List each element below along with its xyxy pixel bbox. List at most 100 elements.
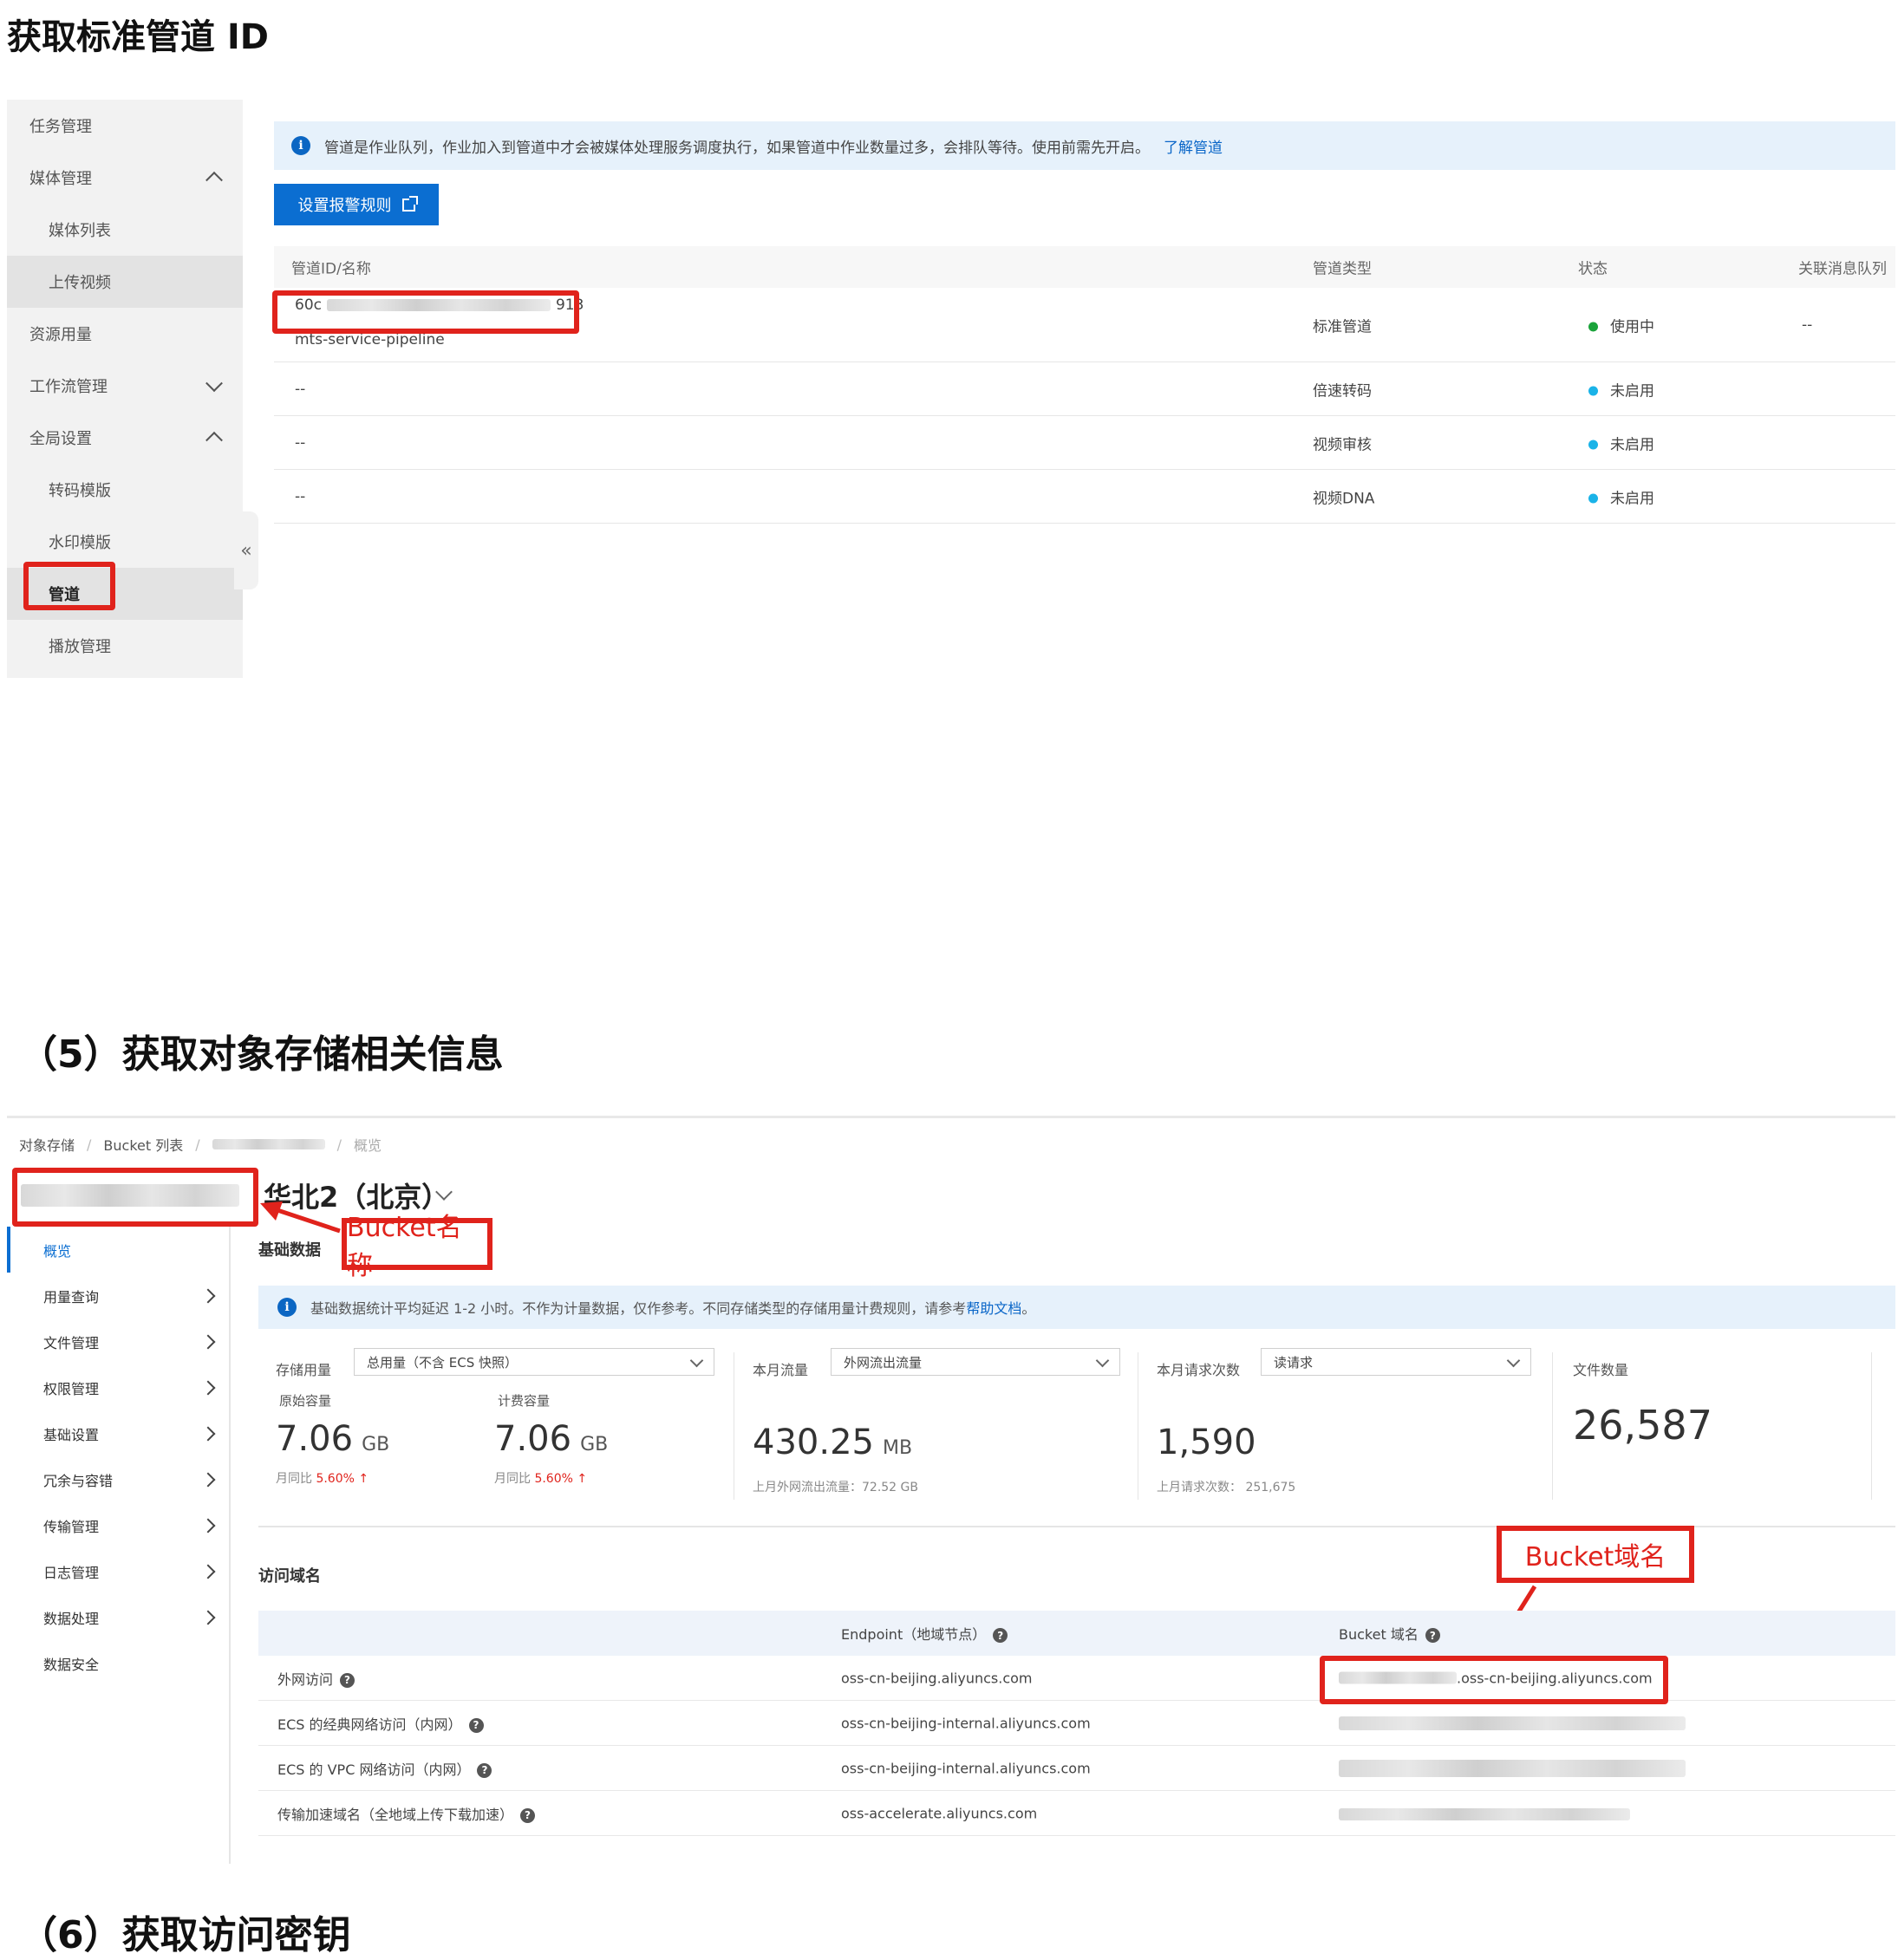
sidebar-item-label: 权限管理 xyxy=(43,1380,100,1397)
sidebar-item-label: 播放管理 xyxy=(49,638,111,656)
capacity-number: 7.06 xyxy=(276,1419,354,1459)
redacted-bucket-domain xyxy=(1339,1760,1686,1777)
sidebar-item-workflow[interactable]: 工作流管理 xyxy=(7,360,243,412)
help-icon[interactable]: ? xyxy=(340,1672,355,1688)
annotation-box-bucket-domain xyxy=(1320,1656,1668,1704)
sidebar-item-resource-usage[interactable]: 资源用量 xyxy=(7,308,243,360)
sidebar-item-playback[interactable]: 播放管理 xyxy=(7,620,243,672)
capacity-unit: GB xyxy=(580,1434,609,1455)
access-type-label: ECS 的经典网络访问（内网） xyxy=(277,1716,462,1733)
requests-value: 1,590 xyxy=(1157,1423,1256,1462)
yoy-value: 5.60% xyxy=(316,1472,355,1486)
sidebar-item-transfer[interactable]: 传输管理 xyxy=(7,1502,231,1548)
learn-pipeline-link[interactable]: 了解管道 xyxy=(1164,135,1223,157)
access-domain-title: 访问域名 xyxy=(258,1567,321,1586)
chevron-right-icon xyxy=(200,1518,216,1533)
header-label: Bucket 域名 xyxy=(1339,1626,1419,1643)
breadcrumb-bucket-list[interactable]: Bucket 列表 xyxy=(103,1134,183,1155)
sidebar-item-watermark-template[interactable]: 水印模版 xyxy=(7,516,243,568)
status-badge: 使用中 xyxy=(1588,314,1654,335)
section-heading-pipeline: 获取标准管道 ID xyxy=(7,17,270,57)
divider xyxy=(1552,1352,1553,1500)
sidebar-item-label: 用量查询 xyxy=(43,1288,100,1306)
access-type: 传输加速域名（全地域上传下载加速）? xyxy=(277,1803,536,1824)
help-icon[interactable]: ? xyxy=(1425,1628,1440,1643)
annotation-label-bucket-domain: Bucket域名 xyxy=(1497,1526,1694,1583)
chevron-right-icon xyxy=(200,1610,216,1625)
breadcrumb-separator: / xyxy=(195,1136,200,1153)
sidebar-item-data-processing[interactable]: 数据处理 xyxy=(7,1594,231,1640)
chevron-down-icon xyxy=(205,374,223,393)
chevron-right-icon xyxy=(200,1334,216,1349)
original-yoy: 月同比 5.60% ↑ xyxy=(276,1469,369,1487)
redacted-bucket-crumb[interactable] xyxy=(212,1139,325,1149)
info-icon: i xyxy=(291,136,310,155)
sidebar-item-files[interactable]: 文件管理 xyxy=(7,1319,231,1364)
sidebar-item-basic-settings[interactable]: 基础设置 xyxy=(7,1410,231,1456)
sidebar-item-global-settings[interactable]: 全局设置 xyxy=(7,412,243,464)
sidebar-item-logs[interactable]: 日志管理 xyxy=(7,1548,231,1594)
basic-data-notice: i 基础数据统计平均延迟 1-2 小时。不作为计量数据，仅作参考。不同存储类型的… xyxy=(258,1286,1895,1329)
sidebar-item-usage[interactable]: 用量查询 xyxy=(7,1273,231,1319)
sidebar-item-media-list[interactable]: 媒体列表 xyxy=(7,204,243,256)
sidebar-item-overview[interactable]: 概览 xyxy=(7,1227,231,1273)
set-alert-rule-button[interactable]: 设置报警规则 xyxy=(274,184,439,225)
status-label: 未启用 xyxy=(1610,382,1654,400)
access-type: ECS 的 VPC 网络访问（内网）? xyxy=(277,1758,492,1779)
billing-capacity-value: 7.06 GB xyxy=(494,1419,608,1459)
basic-data-title: 基础数据 xyxy=(258,1241,321,1260)
endpoint-value: oss-cn-beijing-internal.aliyuncs.com xyxy=(841,1715,1091,1731)
sidebar-item-upload-video[interactable]: 上传视频 xyxy=(7,256,243,308)
help-icon[interactable]: ? xyxy=(477,1762,492,1778)
request-type-select[interactable]: 读请求 xyxy=(1261,1348,1531,1376)
last-month-requests: 上月请求次数： 251,675 xyxy=(1157,1481,1296,1494)
help-icon[interactable]: ? xyxy=(468,1717,484,1733)
domain-table-header: Endpoint（地域节点）? Bucket 域名? xyxy=(258,1611,1895,1656)
breadcrumb-separator: / xyxy=(87,1136,92,1153)
sidebar-item-label: 任务管理 xyxy=(29,118,92,136)
notice-tail: 。 xyxy=(1021,1300,1036,1317)
redacted-bucket-domain xyxy=(1339,1808,1630,1820)
section-heading-access-key: （6）获取访问密钥 xyxy=(19,1913,351,1957)
file-count-label: 文件数量 xyxy=(1573,1362,1629,1378)
status-badge: 未启用 xyxy=(1588,485,1654,507)
sidebar-item-permissions[interactable]: 权限管理 xyxy=(7,1364,231,1410)
sidebar-item-label: 文件管理 xyxy=(43,1334,100,1351)
notice-text: 基础数据统计平均延迟 1-2 小时。不作为计量数据，仅作参考。不同存储类型的存储… xyxy=(310,1300,967,1317)
help-icon[interactable]: ? xyxy=(520,1807,536,1823)
header-status: 状态 xyxy=(1578,260,1608,278)
pipeline-type: 视频审核 xyxy=(1313,436,1372,453)
pipeline-type: 倍速转码 xyxy=(1313,382,1372,400)
breadcrumb-oss[interactable]: 对象存储 xyxy=(19,1134,75,1155)
traffic-type-select[interactable]: 外网流出流量 xyxy=(831,1348,1120,1376)
sidebar-item-label: 日志管理 xyxy=(43,1564,100,1581)
header-pipeline-type: 管道类型 xyxy=(1313,260,1372,278)
original-capacity-label: 原始容量 xyxy=(279,1393,332,1409)
help-icon[interactable]: ? xyxy=(993,1628,1008,1643)
sidebar-item-label: 转码模版 xyxy=(49,482,111,500)
status-badge: 未启用 xyxy=(1588,432,1654,453)
storage-type-select[interactable]: 总用量（不含 ECS 快照） xyxy=(354,1348,714,1376)
chevron-up-icon xyxy=(205,171,223,189)
file-count-card: 文件数量 26,587 xyxy=(1573,1348,1859,1504)
sidebar-item-label: 数据安全 xyxy=(43,1656,100,1673)
help-doc-link[interactable]: 帮助文档 xyxy=(966,1297,1021,1318)
pipeline-id: -- xyxy=(295,380,306,398)
sidebar-item-label: 媒体管理 xyxy=(29,170,92,188)
pipeline-name: mts-service-pipeline xyxy=(295,331,445,348)
sidebar-item-redundancy[interactable]: 冗余与容错 xyxy=(7,1456,231,1502)
divider xyxy=(7,1116,1895,1118)
endpoint-value: oss-accelerate.aliyuncs.com xyxy=(841,1805,1038,1821)
collapse-sidebar-button[interactable]: « xyxy=(234,511,258,589)
sidebar-item-data-security[interactable]: 数据安全 xyxy=(7,1640,231,1686)
sidebar-item-transcode-template[interactable]: 转码模版 xyxy=(7,464,243,516)
header-label: Endpoint（地域节点） xyxy=(841,1626,987,1643)
status-label: 使用中 xyxy=(1610,318,1654,335)
endpoint-value: oss-cn-beijing-internal.aliyuncs.com xyxy=(841,1760,1091,1776)
table-row: ECS 的经典网络访问（内网）? oss-cn-beijing-internal… xyxy=(258,1701,1895,1746)
sidebar-item-media[interactable]: 媒体管理 xyxy=(7,152,243,204)
sidebar-item-task[interactable]: 任务管理 xyxy=(7,100,243,152)
yoy-label: 月同比 xyxy=(276,1472,312,1486)
storage-usage-card: 存储用量 总用量（不含 ECS 快照） 原始容量 7.06 GB 月同比 5.60… xyxy=(276,1348,720,1504)
sidebar-item-label: 媒体列表 xyxy=(49,222,111,240)
